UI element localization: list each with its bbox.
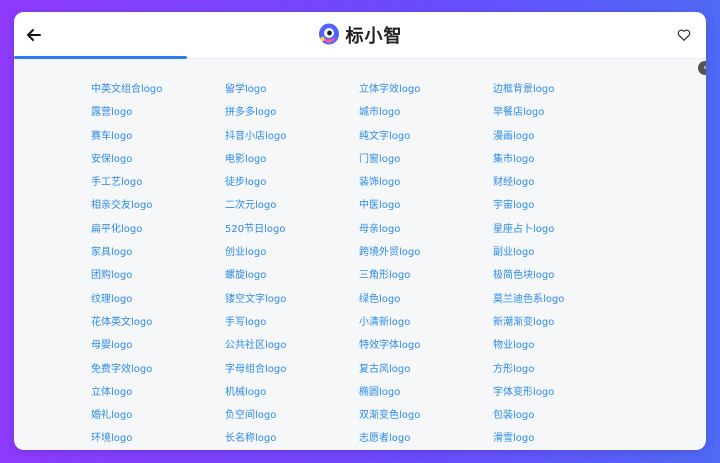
category-link[interactable]: 字母组合logo (225, 358, 359, 381)
category-link[interactable]: 长名称logo (225, 427, 359, 450)
logo-category-grid: 中英文组合logo 留学logo 立体字效logo 边框背景logo 露营logo 拼多多… (91, 78, 627, 450)
brand-logo-icon (318, 23, 339, 45)
category-link[interactable]: 免费字效logo (91, 358, 225, 381)
category-link[interactable]: 莫兰迪色系logo (493, 288, 627, 311)
category-link[interactable]: 立体字效logo (359, 78, 493, 101)
collapse-chevron-icon[interactable]: ‹ (698, 61, 706, 75)
category-link[interactable]: 新潮渐变logo (493, 311, 627, 334)
app-window: 标小智 ‹ 中英文组合logo留学logo立体字效logo边框背景logo 露营l… (14, 12, 706, 450)
category-link[interactable]: 留学logo (225, 78, 359, 101)
brand: 标小智 (14, 20, 706, 50)
category-link[interactable]: 立体logo (91, 381, 225, 404)
category-link[interactable]: 相亲交友logo (91, 194, 225, 217)
category-link[interactable]: 漫画logo (493, 125, 627, 148)
category-link[interactable]: 负空间logo (225, 404, 359, 427)
category-link[interactable]: 徒步logo (225, 171, 359, 194)
category-link[interactable]: 螺旋logo (225, 264, 359, 287)
category-link[interactable]: 绿色logo (359, 288, 493, 311)
category-link[interactable]: 手工艺logo (91, 171, 225, 194)
category-link[interactable]: 纯文字logo (359, 125, 493, 148)
header-bar: 标小智 (14, 12, 706, 59)
category-link[interactable]: 边框背景logo (493, 78, 627, 101)
category-link[interactable]: 镂空文字logo (225, 288, 359, 311)
category-link[interactable]: 家具logo (91, 241, 225, 264)
category-link[interactable]: 纹理logo (91, 288, 225, 311)
category-link[interactable]: 城市logo (359, 101, 493, 124)
category-link[interactable]: 星座占卜logo (493, 218, 627, 241)
category-link[interactable]: 双渐变色logo (359, 404, 493, 427)
category-link[interactable]: 滑雪logo (493, 427, 627, 450)
category-link[interactable]: 跨境外贸logo (359, 241, 493, 264)
category-link[interactable]: 母婴logo (91, 334, 225, 357)
category-link[interactable]: 极简色块logo (493, 264, 627, 287)
category-link[interactable]: 装饰logo (359, 171, 493, 194)
tab-progress-bar (14, 56, 187, 59)
category-link[interactable]: 物业logo (493, 334, 627, 357)
category-link[interactable]: 婚礼logo (91, 404, 225, 427)
category-link[interactable]: 财经logo (493, 171, 627, 194)
category-link[interactable]: 门窗logo (359, 148, 493, 171)
category-link[interactable]: 包装logo (493, 404, 627, 427)
category-link[interactable]: 露营logo (91, 101, 225, 124)
category-link[interactable]: 赛车logo (91, 125, 225, 148)
category-link[interactable]: 集市logo (493, 148, 627, 171)
category-link[interactable]: 创业logo (225, 241, 359, 264)
category-link[interactable]: 中医logo (359, 194, 493, 217)
category-link[interactable]: 拼多多logo (225, 101, 359, 124)
category-link[interactable]: 手写logo (225, 311, 359, 334)
category-link[interactable]: 三角形logo (359, 264, 493, 287)
category-link[interactable]: 椭圆logo (359, 381, 493, 404)
category-link[interactable]: 宇宙logo (493, 194, 627, 217)
category-link[interactable]: 环境logo (91, 427, 225, 450)
brand-title: 标小智 (345, 26, 403, 47)
category-link[interactable]: 花体英文logo (91, 311, 225, 334)
category-link[interactable]: 志愿者logo (359, 427, 493, 450)
category-link[interactable]: 公共社区logo (225, 334, 359, 357)
category-link[interactable]: 520节日logo (225, 218, 359, 241)
category-link[interactable]: 字体变形logo (493, 381, 627, 404)
heart-icon[interactable] (676, 27, 692, 43)
category-link[interactable]: 抖音小店logo (225, 125, 359, 148)
category-link[interactable]: 复古风logo (359, 358, 493, 381)
category-link[interactable]: 扁平化logo (91, 218, 225, 241)
category-link[interactable]: 小清新logo (359, 311, 493, 334)
category-link[interactable]: 早餐店logo (493, 101, 627, 124)
category-link[interactable]: 安保logo (91, 148, 225, 171)
category-link[interactable]: 团购logo (91, 264, 225, 287)
category-link[interactable]: 机械logo (225, 381, 359, 404)
category-link[interactable]: 母亲logo (359, 218, 493, 241)
category-link[interactable]: 中英文组合logo (91, 78, 225, 101)
category-link[interactable]: 副业logo (493, 241, 627, 264)
category-link[interactable]: 方形logo (493, 358, 627, 381)
category-link[interactable]: 电影logo (225, 148, 359, 171)
category-link[interactable]: 二次元logo (225, 194, 359, 217)
category-link[interactable]: 特效字体logo (359, 334, 493, 357)
